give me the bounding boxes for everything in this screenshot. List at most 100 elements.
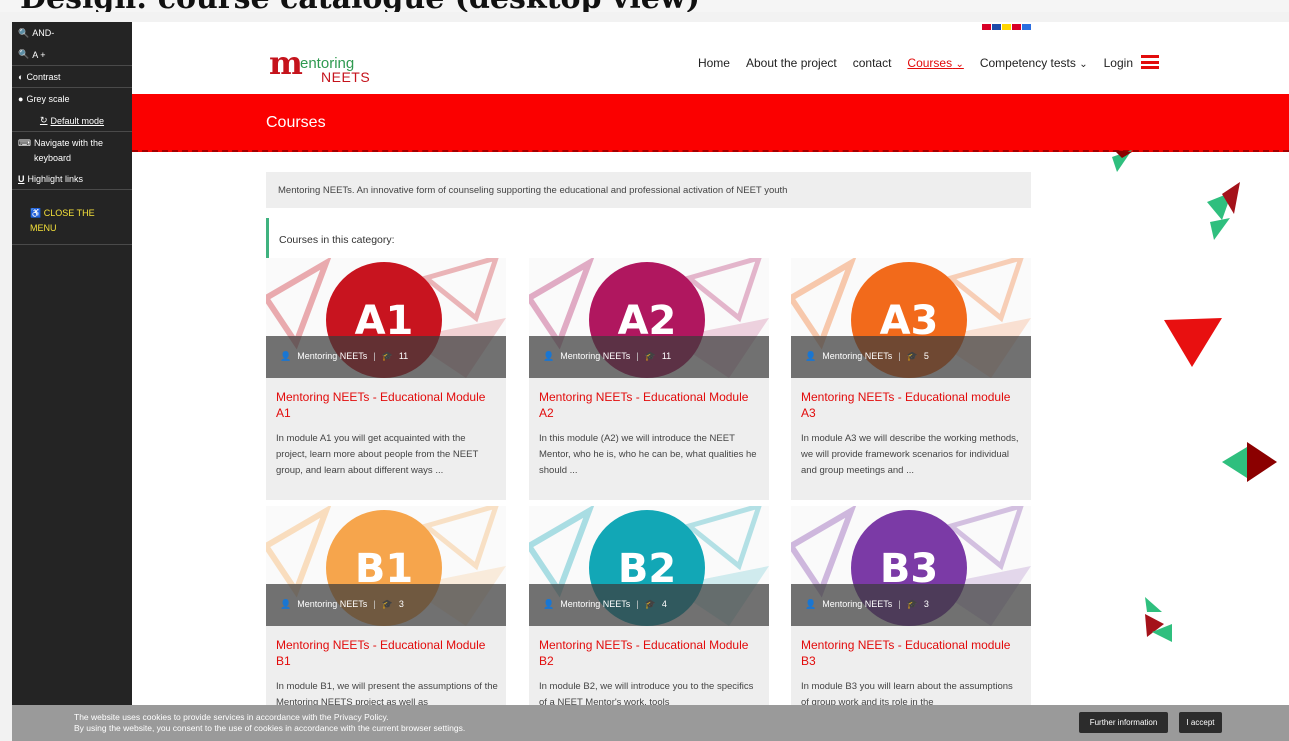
user-icon: 👤 bbox=[280, 351, 292, 361]
course-author: Mentoring NEETs bbox=[297, 351, 368, 361]
course-meta: 👤 Mentoring NEETs | 🎓 5 bbox=[791, 336, 1031, 378]
logo-text-bottom: NEETS bbox=[321, 69, 371, 85]
logo-letter: m bbox=[269, 44, 303, 82]
course-author: Mentoring NEETs bbox=[297, 599, 368, 609]
graduation-cap-icon: 🎓 bbox=[906, 351, 918, 361]
page-title: Courses bbox=[266, 114, 326, 131]
highlight-links-label: Highlight links bbox=[27, 173, 84, 184]
course-title-link[interactable]: Mentoring NEETs - Educational Module A2 bbox=[539, 389, 761, 421]
keyboard-nav-label: Navigate with the keyboard bbox=[34, 138, 104, 163]
course-lesson-count: 11 bbox=[661, 351, 672, 361]
decorative-triangles bbox=[1112, 150, 1277, 741]
meta-divider: | bbox=[373, 599, 376, 609]
flag-ro[interactable] bbox=[1012, 24, 1021, 30]
magnifier-icon: 🔍 bbox=[18, 27, 30, 38]
font-increase-label: A + bbox=[32, 49, 46, 60]
nav-about[interactable]: About the project bbox=[746, 56, 837, 70]
wheelchair-icon: ♿ bbox=[30, 208, 42, 218]
site-logo[interactable]: m entoring NEETS bbox=[269, 44, 379, 85]
user-icon: 👤 bbox=[280, 599, 292, 609]
font-increase-button[interactable]: 🔍 A + bbox=[12, 44, 132, 66]
accessibility-panel: 🔍 AND- 🔍 A + ◐ Contrast ● Grey scale ↻ D… bbox=[12, 22, 132, 741]
course-lesson-count: 3 bbox=[398, 599, 404, 609]
graduation-cap-icon: 🎓 bbox=[381, 351, 393, 361]
highlight-links-button[interactable]: U Highlight links bbox=[12, 168, 132, 190]
nav-competency-tests[interactable]: Competency tests ⌄ bbox=[980, 56, 1088, 70]
course-description: In module A1 you will get acquainted wit… bbox=[276, 433, 479, 476]
nav-contact[interactable]: contact bbox=[853, 56, 892, 70]
course-title-link[interactable]: Mentoring NEETs - Educational module B3 bbox=[801, 637, 1023, 669]
course-lesson-count: 11 bbox=[398, 351, 409, 361]
page-caption: Design: course catalogue (desktop view) bbox=[0, 0, 1289, 12]
main-nav: Home About the project contact Courses ⌄… bbox=[698, 56, 1161, 70]
grey-scale-button[interactable]: ● Grey scale bbox=[12, 88, 132, 110]
course-description: In this module (A2) we will introduce th… bbox=[539, 433, 757, 476]
flag-ua[interactable] bbox=[1022, 24, 1031, 30]
refresh-icon: ↻ bbox=[39, 115, 48, 125]
course-meta: 👤 Mentoring NEETs | 🎓 3 bbox=[266, 584, 506, 626]
flag-en[interactable] bbox=[992, 24, 1001, 30]
flag-de[interactable] bbox=[1002, 24, 1011, 30]
grey-scale-icon: ● bbox=[18, 94, 24, 104]
site-main: m entoring NEETS Home About the project … bbox=[132, 22, 1289, 741]
nav-home[interactable]: Home bbox=[698, 56, 730, 70]
course-card[interactable]: A1 👤 Mentoring NEETs | 🎓 11 Mentoring NEETs - … bbox=[266, 258, 506, 500]
course-title-link[interactable]: Mentoring NEETs - Educational module A3 bbox=[801, 389, 1023, 421]
page-root: Design: course catalogue (desktop view) … bbox=[0, 0, 1289, 741]
nav-competency-label: Competency tests bbox=[979, 56, 1076, 70]
font-decrease-button[interactable]: 🔍 AND- bbox=[12, 22, 132, 44]
meta-divider: | bbox=[373, 351, 376, 361]
contrast-button[interactable]: ◐ Contrast bbox=[12, 66, 132, 88]
course-author: Mentoring NEETs bbox=[822, 599, 893, 609]
underline-icon: U bbox=[18, 173, 25, 184]
course-author: Mentoring NEETs bbox=[560, 599, 631, 609]
graduation-cap-icon: 🎓 bbox=[644, 599, 656, 609]
course-title-link[interactable]: Mentoring NEETs - Educational Module B1 bbox=[276, 637, 498, 669]
course-title-link[interactable]: Mentoring NEETs - Educational Module B2 bbox=[539, 637, 761, 669]
graduation-cap-icon: 🎓 bbox=[906, 599, 918, 609]
graduation-cap-icon: 🎓 bbox=[381, 599, 393, 609]
hamburger-icon[interactable] bbox=[1141, 55, 1159, 69]
accept-cookies-button[interactable]: I accept bbox=[1179, 712, 1222, 733]
category-label: Courses in this category: bbox=[266, 218, 1031, 258]
user-icon: 👤 bbox=[805, 351, 817, 361]
course-title-link[interactable]: Mentoring NEETs - Educational Module A1 bbox=[276, 389, 498, 421]
close-menu-button[interactable]: ♿ CLOSE THE MENU bbox=[12, 190, 132, 245]
chevron-down-icon: ⌄ bbox=[955, 59, 964, 70]
category-intro: Mentoring NEETs. An innovative form of c… bbox=[266, 172, 1031, 208]
user-icon: 👤 bbox=[543, 351, 555, 361]
cookie-line-2: By using the website, you consent to the… bbox=[74, 723, 466, 733]
nav-courses-label: Courses bbox=[907, 56, 953, 70]
grey-scale-label: Grey scale bbox=[26, 94, 70, 104]
language-flags bbox=[982, 24, 1031, 30]
course-lesson-count: 4 bbox=[661, 599, 667, 609]
keyboard-icon: ⌨ bbox=[18, 138, 31, 148]
flag-pl[interactable] bbox=[982, 24, 991, 30]
meta-divider: | bbox=[898, 351, 901, 361]
meta-divider: | bbox=[636, 599, 639, 609]
keyboard-nav-button[interactable]: ⌨ Navigate with the keyboard bbox=[12, 132, 132, 168]
default-mode-button[interactable]: ↻ Default mode bbox=[12, 110, 132, 132]
contrast-icon: ◐ bbox=[18, 71, 24, 82]
course-author: Mentoring NEETs bbox=[822, 351, 893, 361]
course-card[interactable]: A2 👤 Mentoring NEETs | 🎓 11 Mentoring NEETs - … bbox=[529, 258, 769, 500]
cookie-bar: The website uses cookies to provide serv… bbox=[12, 705, 1289, 741]
course-meta: 👤 Mentoring NEETs | 🎓 11 bbox=[529, 336, 769, 378]
contrast-label: Contrast bbox=[26, 71, 61, 82]
course-card[interactable]: A3 👤 Mentoring NEETs | 🎓 5 Mentoring NEETs - E… bbox=[791, 258, 1031, 500]
course-lesson-count: 5 bbox=[923, 351, 929, 361]
course-lesson-count: 3 bbox=[923, 599, 929, 609]
nav-login[interactable]: Login bbox=[1104, 56, 1133, 70]
magnifier-icon: 🔍 bbox=[18, 49, 30, 59]
graduation-cap-icon: 🎓 bbox=[644, 351, 656, 361]
course-description: In module A3 we will describe the workin… bbox=[801, 433, 1019, 476]
nav-courses[interactable]: Courses ⌄ bbox=[907, 56, 963, 70]
user-icon: 👤 bbox=[805, 599, 817, 609]
cookie-line-1: The website uses cookies to provide serv… bbox=[74, 712, 389, 722]
course-author: Mentoring NEETs bbox=[560, 351, 631, 361]
cookie-text: The website uses cookies to provide serv… bbox=[74, 712, 465, 734]
meta-divider: | bbox=[636, 351, 639, 361]
further-information-button[interactable]: Further information bbox=[1079, 712, 1168, 733]
course-meta: 👤 Mentoring NEETs | 🎓 11 bbox=[266, 336, 506, 378]
meta-divider: | bbox=[898, 599, 901, 609]
